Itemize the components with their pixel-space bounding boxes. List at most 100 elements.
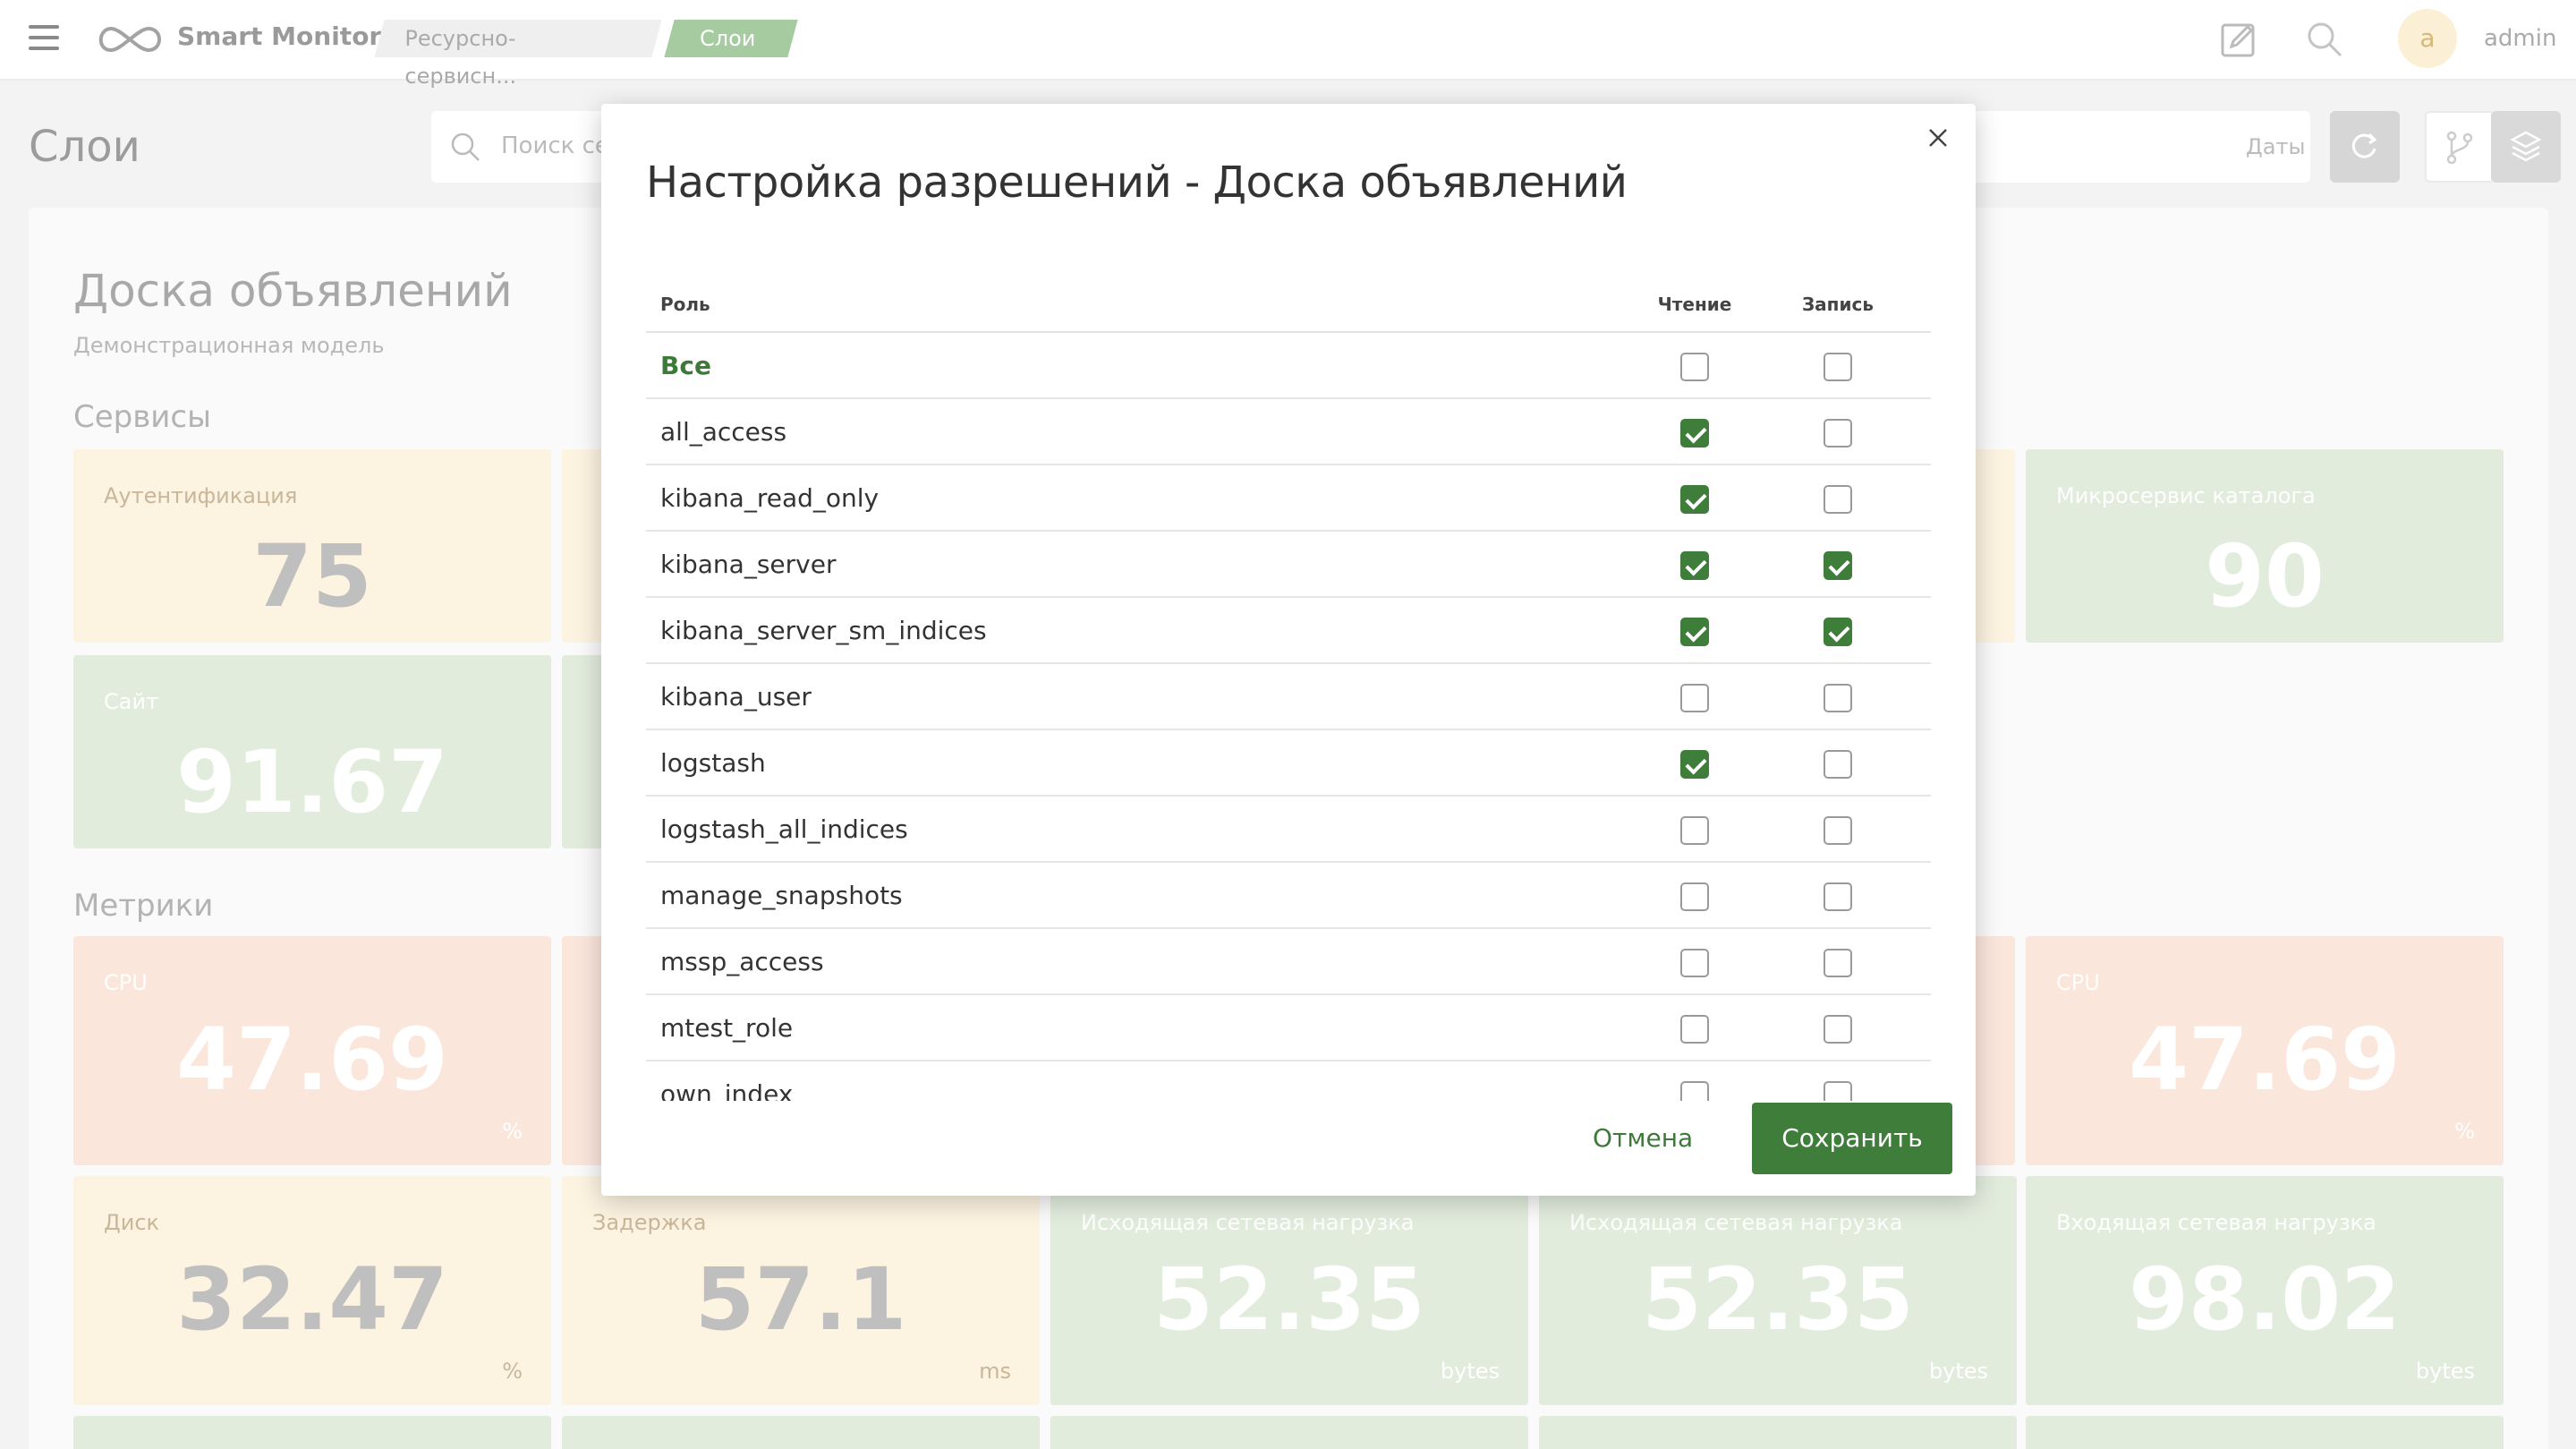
write-checkbox[interactable] xyxy=(1824,419,1852,447)
close-icon[interactable] xyxy=(1920,120,1956,156)
avatar[interactable]: a xyxy=(2398,9,2457,68)
write-checkbox[interactable] xyxy=(1824,551,1852,580)
tile-label: Микросервис каталога xyxy=(2056,483,2316,508)
dates-picker[interactable]: Даты xyxy=(2246,134,2305,159)
write-checkbox[interactable] xyxy=(1824,949,1852,977)
write-checkbox[interactable] xyxy=(1824,750,1852,779)
write-checkbox[interactable] xyxy=(1824,1015,1852,1044)
tile-value: 57.1 xyxy=(694,1249,907,1350)
write-checkbox[interactable] xyxy=(1824,1081,1852,1101)
role-name: all_access xyxy=(660,417,787,447)
table-row: logstash xyxy=(646,730,1931,797)
tile-value: 75 xyxy=(252,526,372,626)
dashboard-subtitle: Демонстрационная модель xyxy=(73,333,385,358)
logo-icon xyxy=(98,26,161,53)
permissions-table[interactable]: Роль Чтение Запись Все all_access kibana_r… xyxy=(646,261,1931,1101)
tile-label: Сайт xyxy=(104,689,159,714)
cancel-button[interactable]: Отмена xyxy=(1578,1103,1707,1174)
role-name: Все xyxy=(660,351,711,380)
read-checkbox[interactable] xyxy=(1680,684,1709,712)
read-checkbox[interactable] xyxy=(1680,816,1709,845)
tile-unit: % xyxy=(2454,1119,2475,1144)
write-checkbox[interactable] xyxy=(1824,684,1852,712)
service-tile[interactable]: Аутентификация 75 xyxy=(73,449,551,643)
search-icon xyxy=(451,132,480,161)
branch-button[interactable] xyxy=(2425,111,2495,183)
top-bar: Smart Monitor Ресурсно-сервисн... Слои a… xyxy=(0,0,2576,89)
read-checkbox[interactable] xyxy=(1680,485,1709,514)
search-icon[interactable] xyxy=(2303,18,2346,61)
write-checkbox[interactable] xyxy=(1824,816,1852,845)
edit-icon[interactable] xyxy=(2217,18,2260,61)
table-row: kibana_read_only xyxy=(646,465,1931,532)
metric-tile[interactable]: Исходящая сетевая нагрузка 52.35 bytes xyxy=(1539,1176,2017,1405)
role-name: logstash xyxy=(660,748,766,778)
read-checkbox[interactable] xyxy=(1680,419,1709,447)
role-name: kibana_server xyxy=(660,550,837,579)
role-name: own_index xyxy=(660,1079,794,1101)
tile-value: 91.67 xyxy=(176,732,448,832)
metric-tile[interactable]: Диск 32.47 % xyxy=(73,1176,551,1405)
metric-tile[interactable] xyxy=(73,1416,551,1449)
write-checkbox[interactable] xyxy=(1824,485,1852,514)
tile-value: 47.69 xyxy=(2129,1010,2401,1110)
menu-icon[interactable] xyxy=(29,25,59,52)
metric-tile[interactable] xyxy=(2026,1416,2504,1449)
table-row: Все xyxy=(646,333,1931,399)
tile-label: Задержка xyxy=(592,1210,707,1235)
metric-tile[interactable]: CPU 47.69 % xyxy=(73,936,551,1165)
metric-tile[interactable] xyxy=(562,1416,1040,1449)
read-checkbox[interactable] xyxy=(1680,551,1709,580)
breadcrumb-item-resource[interactable]: Ресурсно-сервисн... xyxy=(374,20,662,89)
app-name: Smart Monitor xyxy=(177,21,382,51)
read-checkbox[interactable] xyxy=(1680,353,1709,381)
metric-tile[interactable]: Исходящая сетевая нагрузка 52.35 bytes xyxy=(1050,1176,1528,1405)
dialog-title: Настройка разрешений - Доска объявлений xyxy=(646,158,1628,208)
read-checkbox[interactable] xyxy=(1680,949,1709,977)
write-checkbox[interactable] xyxy=(1824,882,1852,911)
table-row: own_index xyxy=(646,1061,1931,1101)
service-tile[interactable]: Сайт 91.67 xyxy=(73,655,551,848)
table-body: Все all_access kibana_read_only kibana_serv… xyxy=(646,333,1931,1101)
read-checkbox[interactable] xyxy=(1680,618,1709,646)
tile-unit: bytes xyxy=(1928,1359,1988,1384)
table-row: mtest_role xyxy=(646,995,1931,1061)
save-button[interactable]: Сохранить xyxy=(1752,1103,1952,1174)
table-row: kibana_user xyxy=(646,664,1931,730)
read-checkbox[interactable] xyxy=(1680,1015,1709,1044)
refresh-icon xyxy=(2351,132,2377,158)
breadcrumb-item-layers[interactable]: Слои xyxy=(664,20,798,57)
tile-value: 98.02 xyxy=(2129,1249,2401,1350)
tile-unit: bytes xyxy=(1440,1359,1500,1384)
metric-tile[interactable]: Задержка 57.1 ms xyxy=(562,1176,1040,1405)
read-checkbox[interactable] xyxy=(1680,1081,1709,1101)
tile-unit: bytes xyxy=(2415,1359,2475,1384)
write-checkbox[interactable] xyxy=(1824,618,1852,646)
refresh-button[interactable] xyxy=(2330,111,2400,183)
role-name: kibana_read_only xyxy=(660,483,880,513)
write-checkbox[interactable] xyxy=(1824,353,1852,381)
table-header: Роль Чтение Запись xyxy=(646,261,1931,333)
read-checkbox[interactable] xyxy=(1680,750,1709,779)
layers-button[interactable] xyxy=(2491,111,2561,183)
tile-label: CPU xyxy=(104,970,148,995)
dashboard-title: Доска объявлений xyxy=(73,265,513,317)
column-read: Чтение xyxy=(1657,294,1732,315)
tile-label: Исходящая сетевая нагрузка xyxy=(1569,1210,1903,1235)
tile-label: Диск xyxy=(104,1210,160,1235)
service-tile[interactable]: Микросервис каталога 90 xyxy=(2026,449,2504,643)
user-name[interactable]: admin xyxy=(2484,25,2556,52)
column-role: Роль xyxy=(660,294,710,315)
metric-tile[interactable]: Входящая сетевая нагрузка 98.02 bytes xyxy=(2026,1176,2504,1405)
column-write: Запись xyxy=(1801,294,1875,315)
tile-value: 90 xyxy=(2205,526,2325,626)
metric-tile[interactable]: CPU 47.69 % xyxy=(2026,936,2504,1165)
read-checkbox[interactable] xyxy=(1680,882,1709,911)
metric-tile[interactable] xyxy=(1539,1416,2017,1449)
metric-tile[interactable] xyxy=(1050,1416,1528,1449)
table-row: kibana_server_sm_indices xyxy=(646,598,1931,664)
layers-icon xyxy=(2510,131,2542,162)
services-heading: Сервисы xyxy=(73,399,211,435)
permissions-dialog: Настройка разрешений - Доска объявлений … xyxy=(601,104,1976,1196)
tile-value: 32.47 xyxy=(176,1249,448,1350)
